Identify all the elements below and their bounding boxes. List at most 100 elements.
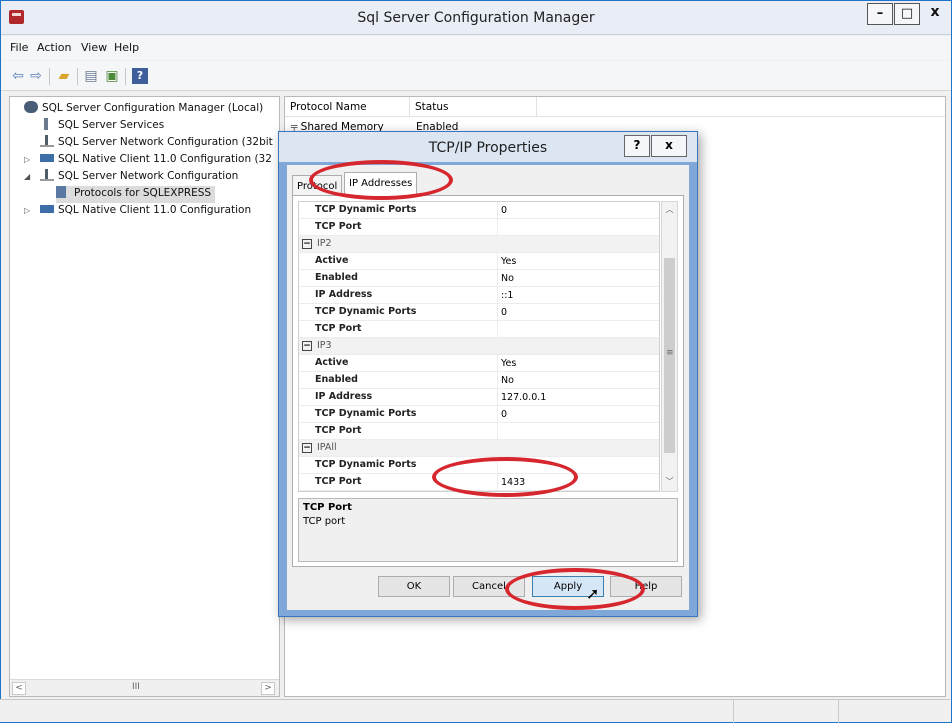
grid-property-value[interactable] [497, 321, 657, 338]
grid-property-row[interactable]: Active Yes [299, 253, 659, 270]
grid-category-row[interactable]: − IPAll [299, 440, 659, 457]
forward-arrow-icon[interactable]: ⇨ [28, 68, 44, 84]
grid-category-row[interactable]: − IP2 [299, 236, 659, 253]
grid-category-row[interactable]: − IP3 [299, 338, 659, 355]
dialog-title-bar[interactable]: TCP/IP Properties ? x [279, 132, 697, 162]
menu-file[interactable]: File [10, 41, 28, 54]
minimize-button[interactable]: – [867, 3, 893, 25]
status-bar [0, 699, 950, 723]
tab-ip-addresses[interactable]: IP Addresses [344, 172, 418, 196]
grid-property-row[interactable]: IP Address 127.0.0.1 [299, 389, 659, 406]
up-folder-icon[interactable]: ▰ [56, 68, 72, 84]
export-list-icon[interactable]: ▣ [104, 68, 120, 84]
grid-property-name: TCP Dynamic Ports [315, 204, 417, 215]
tree-item-native-client[interactable]: ▷ SQL Native Client 11.0 Configuration [24, 203, 251, 220]
dialog-close-button[interactable]: x [651, 135, 687, 157]
grid-property-row[interactable]: IP Address::1 [299, 287, 659, 304]
tree-item-root[interactable]: SQL Server Configuration Manager (Local) [24, 101, 263, 118]
grid-property-row[interactable]: TCP Dynamic Ports [299, 457, 659, 474]
grid-category-label: IPAll [317, 442, 337, 453]
grid-property-name: TCP Dynamic Ports [315, 306, 417, 317]
ok-button[interactable]: OK [378, 576, 450, 597]
menu-view[interactable]: View [81, 41, 107, 54]
grid-property-value[interactable]: Yes [497, 355, 657, 372]
tree-item-label: Protocols for SQLEXPRESS [74, 187, 212, 199]
grid-property-row[interactable]: TCP Port [299, 219, 659, 236]
tree-item-services[interactable]: SQL Server Services [40, 118, 164, 135]
grid-property-value[interactable] [497, 219, 657, 236]
grid-property-row[interactable]: TCP Dynamic Ports 0 [299, 304, 659, 321]
grid-property-row[interactable]: Enabled No [299, 270, 659, 287]
grid-property-row[interactable]: TCP Dynamic Ports 0 [299, 406, 659, 423]
client-icon [40, 152, 54, 164]
network-icon [40, 169, 54, 181]
grid-property-name: TCP Port [315, 323, 362, 334]
grid-property-value[interactable] [497, 457, 657, 474]
description-title: TCP Port [303, 502, 352, 513]
cancel-button[interactable]: Cancel [453, 576, 525, 597]
grid-property-name: Enabled [315, 374, 358, 385]
grid-property-name: Active [315, 255, 349, 266]
protocols-icon [56, 186, 70, 198]
grid-property-value[interactable]: 0 [497, 202, 657, 219]
mouse-cursor-icon: ➚ [586, 584, 600, 603]
grid-category-label: IP3 [317, 340, 332, 351]
close-button[interactable]: x [921, 3, 949, 25]
tree-item-network-32bit[interactable]: SQL Server Network Configuration (32bit [40, 135, 273, 152]
grid-property-name: TCP Dynamic Ports [315, 408, 417, 419]
column-filler [537, 97, 945, 117]
grid-property-value[interactable]: No [497, 372, 657, 389]
show-hide-tree-icon[interactable]: ▤ [83, 68, 99, 84]
column-protocol-name[interactable]: Protocol Name [285, 97, 410, 117]
grid-property-row[interactable]: TCP Dynamic Ports 0 [299, 202, 659, 219]
grid-property-value[interactable]: 127.0.0.1 [497, 389, 657, 406]
grid-property-value[interactable]: ::1 [497, 287, 657, 304]
dialog-help-button[interactable]: ? [624, 135, 650, 157]
help-button[interactable]: Help [610, 576, 682, 597]
grid-property-value[interactable]: No [497, 270, 657, 287]
menu-help[interactable]: Help [114, 41, 139, 54]
grid-property-row[interactable]: TCP Port [299, 423, 659, 440]
tree-item-label: SQL Server Services [58, 119, 165, 131]
scroll-right-icon[interactable]: > [261, 682, 275, 695]
grid-property-row[interactable]: Enabled No [299, 372, 659, 389]
tree-item-protocols-sqlexpress[interactable]: Protocols for SQLEXPRESS [56, 186, 216, 203]
grid-property-value[interactable]: Yes [497, 253, 657, 270]
service-icon [40, 118, 54, 130]
expand-arrow-icon[interactable]: ▷ [24, 155, 30, 164]
collapse-arrow-icon[interactable]: ◢ [24, 172, 30, 181]
grid-property-value[interactable]: 0 [497, 304, 657, 321]
grid-property-value[interactable]: 0 [497, 406, 657, 423]
grid-property-name: IP Address [315, 289, 373, 300]
title-bar[interactable]: Sql Server Configuration Manager – □ x [1, 1, 951, 35]
grid-property-row[interactable]: TCP Port [299, 321, 659, 338]
grid-property-value[interactable]: 1433 [497, 474, 657, 491]
property-description: TCP Port TCP port [298, 498, 678, 562]
description-text: TCP port [303, 516, 346, 527]
scroll-thumb-grip[interactable]: III [132, 682, 140, 692]
grid-property-value[interactable] [497, 423, 657, 440]
tree-item-native-client-32[interactable]: ▷ SQL Native Client 11.0 Configuration (… [24, 152, 272, 169]
help-icon[interactable]: ? [132, 68, 148, 84]
dialog-body: Protocol IP Addresses TCP Dynamic Ports 0… [287, 165, 689, 610]
property-grid-scrollbar[interactable]: ︿ ≡ ﹀ [661, 201, 678, 492]
expand-arrow-icon[interactable]: ▷ [24, 206, 30, 215]
column-status[interactable]: Status [410, 97, 537, 117]
menu-action[interactable]: Action [37, 41, 71, 54]
scroll-up-icon[interactable]: ︿ [662, 204, 677, 218]
tree-item-network-config[interactable]: ◢ SQL Server Network Configuration [24, 169, 238, 186]
tree-horizontal-scrollbar[interactable]: < III > [10, 679, 279, 696]
back-arrow-icon[interactable]: ⇦ [10, 68, 26, 84]
maximize-button[interactable]: □ [894, 3, 920, 25]
grid-property-row[interactable]: TCP Port 1433 [299, 474, 659, 491]
scroll-left-icon[interactable]: < [12, 682, 26, 695]
console-tree[interactable]: SQL Server Configuration Manager (Local)… [9, 96, 280, 697]
collapse-box-icon[interactable]: − [302, 341, 312, 351]
collapse-box-icon[interactable]: − [302, 239, 312, 249]
status-divider [733, 700, 734, 723]
collapse-box-icon[interactable]: − [302, 443, 312, 453]
scroll-down-icon[interactable]: ﹀ [662, 476, 677, 490]
property-grid[interactable]: TCP Dynamic Ports 0 TCP Port − IP2 Active Yes E… [298, 201, 660, 492]
tab-protocol[interactable]: Protocol [292, 175, 343, 195]
grid-property-row[interactable]: Active Yes [299, 355, 659, 372]
